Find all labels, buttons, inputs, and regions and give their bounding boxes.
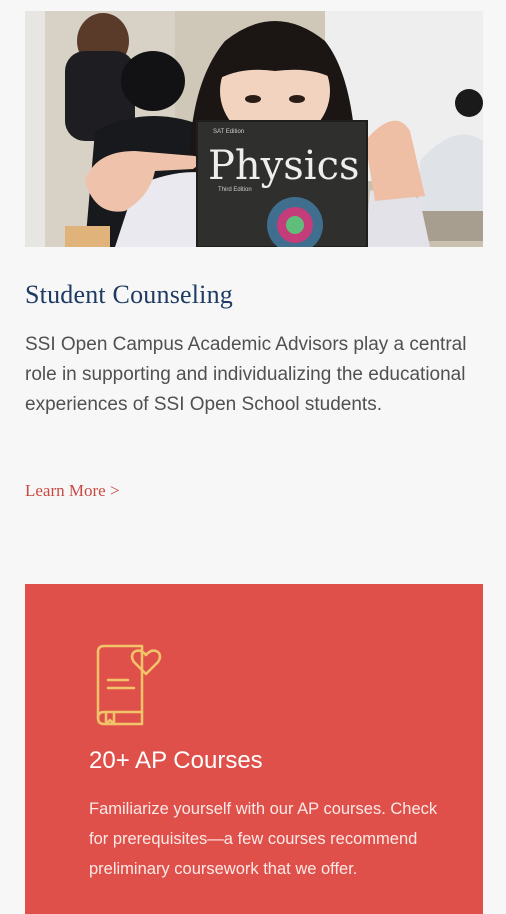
book-cover-caption: SAT Edition xyxy=(213,129,244,135)
hero-photo: SAT Edition Physics Third Edition xyxy=(25,11,483,247)
ap-courses-description: Familiarize yourself with our AP courses… xyxy=(89,800,438,878)
book-cover-title: Physics xyxy=(208,143,360,189)
ap-courses-title: 20+ AP Courses xyxy=(89,747,263,774)
book-cover-subtitle: Third Edition xyxy=(218,187,252,193)
learn-more-link[interactable]: Learn More > xyxy=(25,481,120,501)
ap-courses-card[interactable]: 20+ AP Courses Familiarize yourself with… xyxy=(25,584,483,914)
book-heart-icon xyxy=(96,644,162,726)
section-description: SSI Open Campus Academic Advisors play a… xyxy=(25,334,467,415)
classroom-photo: SAT Edition Physics Third Edition xyxy=(25,11,483,247)
section-title-counseling: Student Counseling xyxy=(25,280,233,309)
